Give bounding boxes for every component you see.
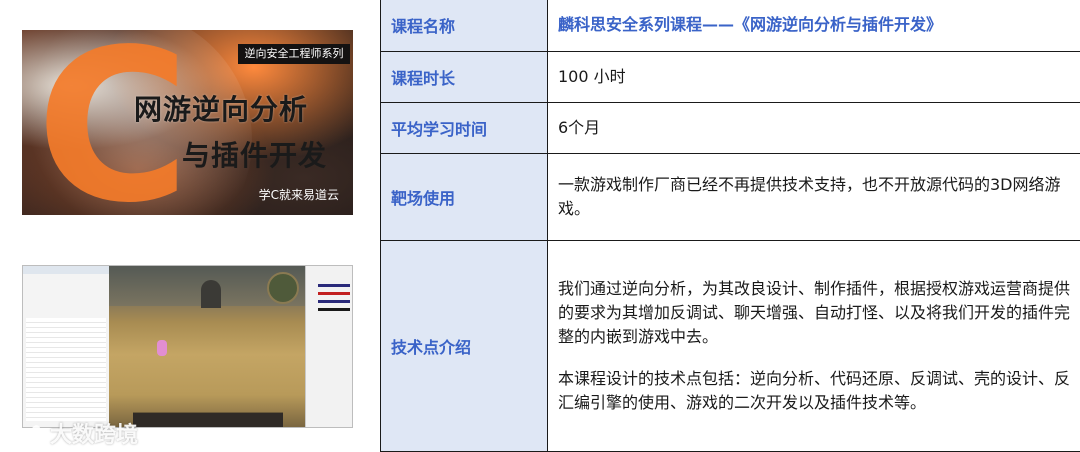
course-cover-image: C 逆向安全工程师系列 网游逆向分析 与插件开发 学C就来易道云 [22, 30, 353, 215]
table-row: 平均学习时间 6个月 [381, 102, 1080, 153]
game-screenshot [22, 265, 353, 428]
cover-title-line2: 与插件开发 [182, 134, 327, 174]
tech-paragraph-1: 我们通过逆向分析，为其改良设计、制作插件，根据授权游戏运营商提供的要求为其增加反… [558, 277, 1071, 349]
watermark: 大数跨境 [12, 417, 138, 449]
tech-paragraph-2: 本课程设计的技术点包括：逆向分析、代码还原、反调试、壳的设计、反汇编引擎的使用、… [558, 367, 1071, 415]
plugin-side-panel [305, 266, 353, 427]
minimap-icon [267, 272, 299, 304]
tool-window-panel [23, 266, 110, 427]
table-row: 靶场使用 一款游戏制作厂商已经不再提供技术支持，也不开放源代码的3D网络游戏。 [381, 153, 1080, 240]
value-range: 一款游戏制作厂商已经不再提供技术支持，也不开放源代码的3D网络游戏。 [548, 153, 1080, 240]
tool-window-list [26, 318, 106, 421]
label-course-name: 课程名称 [381, 0, 548, 51]
game-scene [109, 266, 305, 427]
label-tech-points: 技术点介绍 [381, 240, 548, 451]
watermark-logo-icon [12, 422, 44, 444]
character-icon [157, 340, 167, 356]
label-study-time: 平均学习时间 [381, 102, 548, 153]
cover-series-tag: 逆向安全工程师系列 [238, 44, 350, 64]
cover-title-line1: 网游逆向分析 [134, 88, 308, 128]
value-course-name: 麟科思安全系列课程——《网游逆向分析与插件开发》 [548, 0, 1080, 51]
game-hud-bar [133, 412, 283, 427]
left-panel: C 逆向安全工程师系列 网游逆向分析 与插件开发 学C就来易道云 大数 [0, 0, 380, 451]
value-tech-points: 我们通过逆向分析，为其改良设计、制作插件，根据授权游戏运营商提供的要求为其增加反… [548, 240, 1080, 451]
cover-brand: 学C就来易道云 [259, 186, 339, 203]
value-study-time: 6个月 [548, 102, 1080, 153]
label-duration: 课程时长 [381, 51, 548, 102]
table-row: 课程名称 麟科思安全系列课程——《网游逆向分析与插件开发》 [381, 0, 1080, 51]
table-row: 课程时长 100 小时 [381, 51, 1080, 102]
watermark-text: 大数跨境 [50, 417, 138, 449]
table-row: 技术点介绍 我们通过逆向分析，为其改良设计、制作插件，根据授权游戏运营商提供的要… [381, 240, 1080, 451]
value-duration: 100 小时 [548, 51, 1080, 102]
label-range: 靶场使用 [381, 153, 548, 240]
course-info-table: 课程名称 麟科思安全系列课程——《网游逆向分析与插件开发》 课程时长 100 小… [380, 0, 1080, 452]
